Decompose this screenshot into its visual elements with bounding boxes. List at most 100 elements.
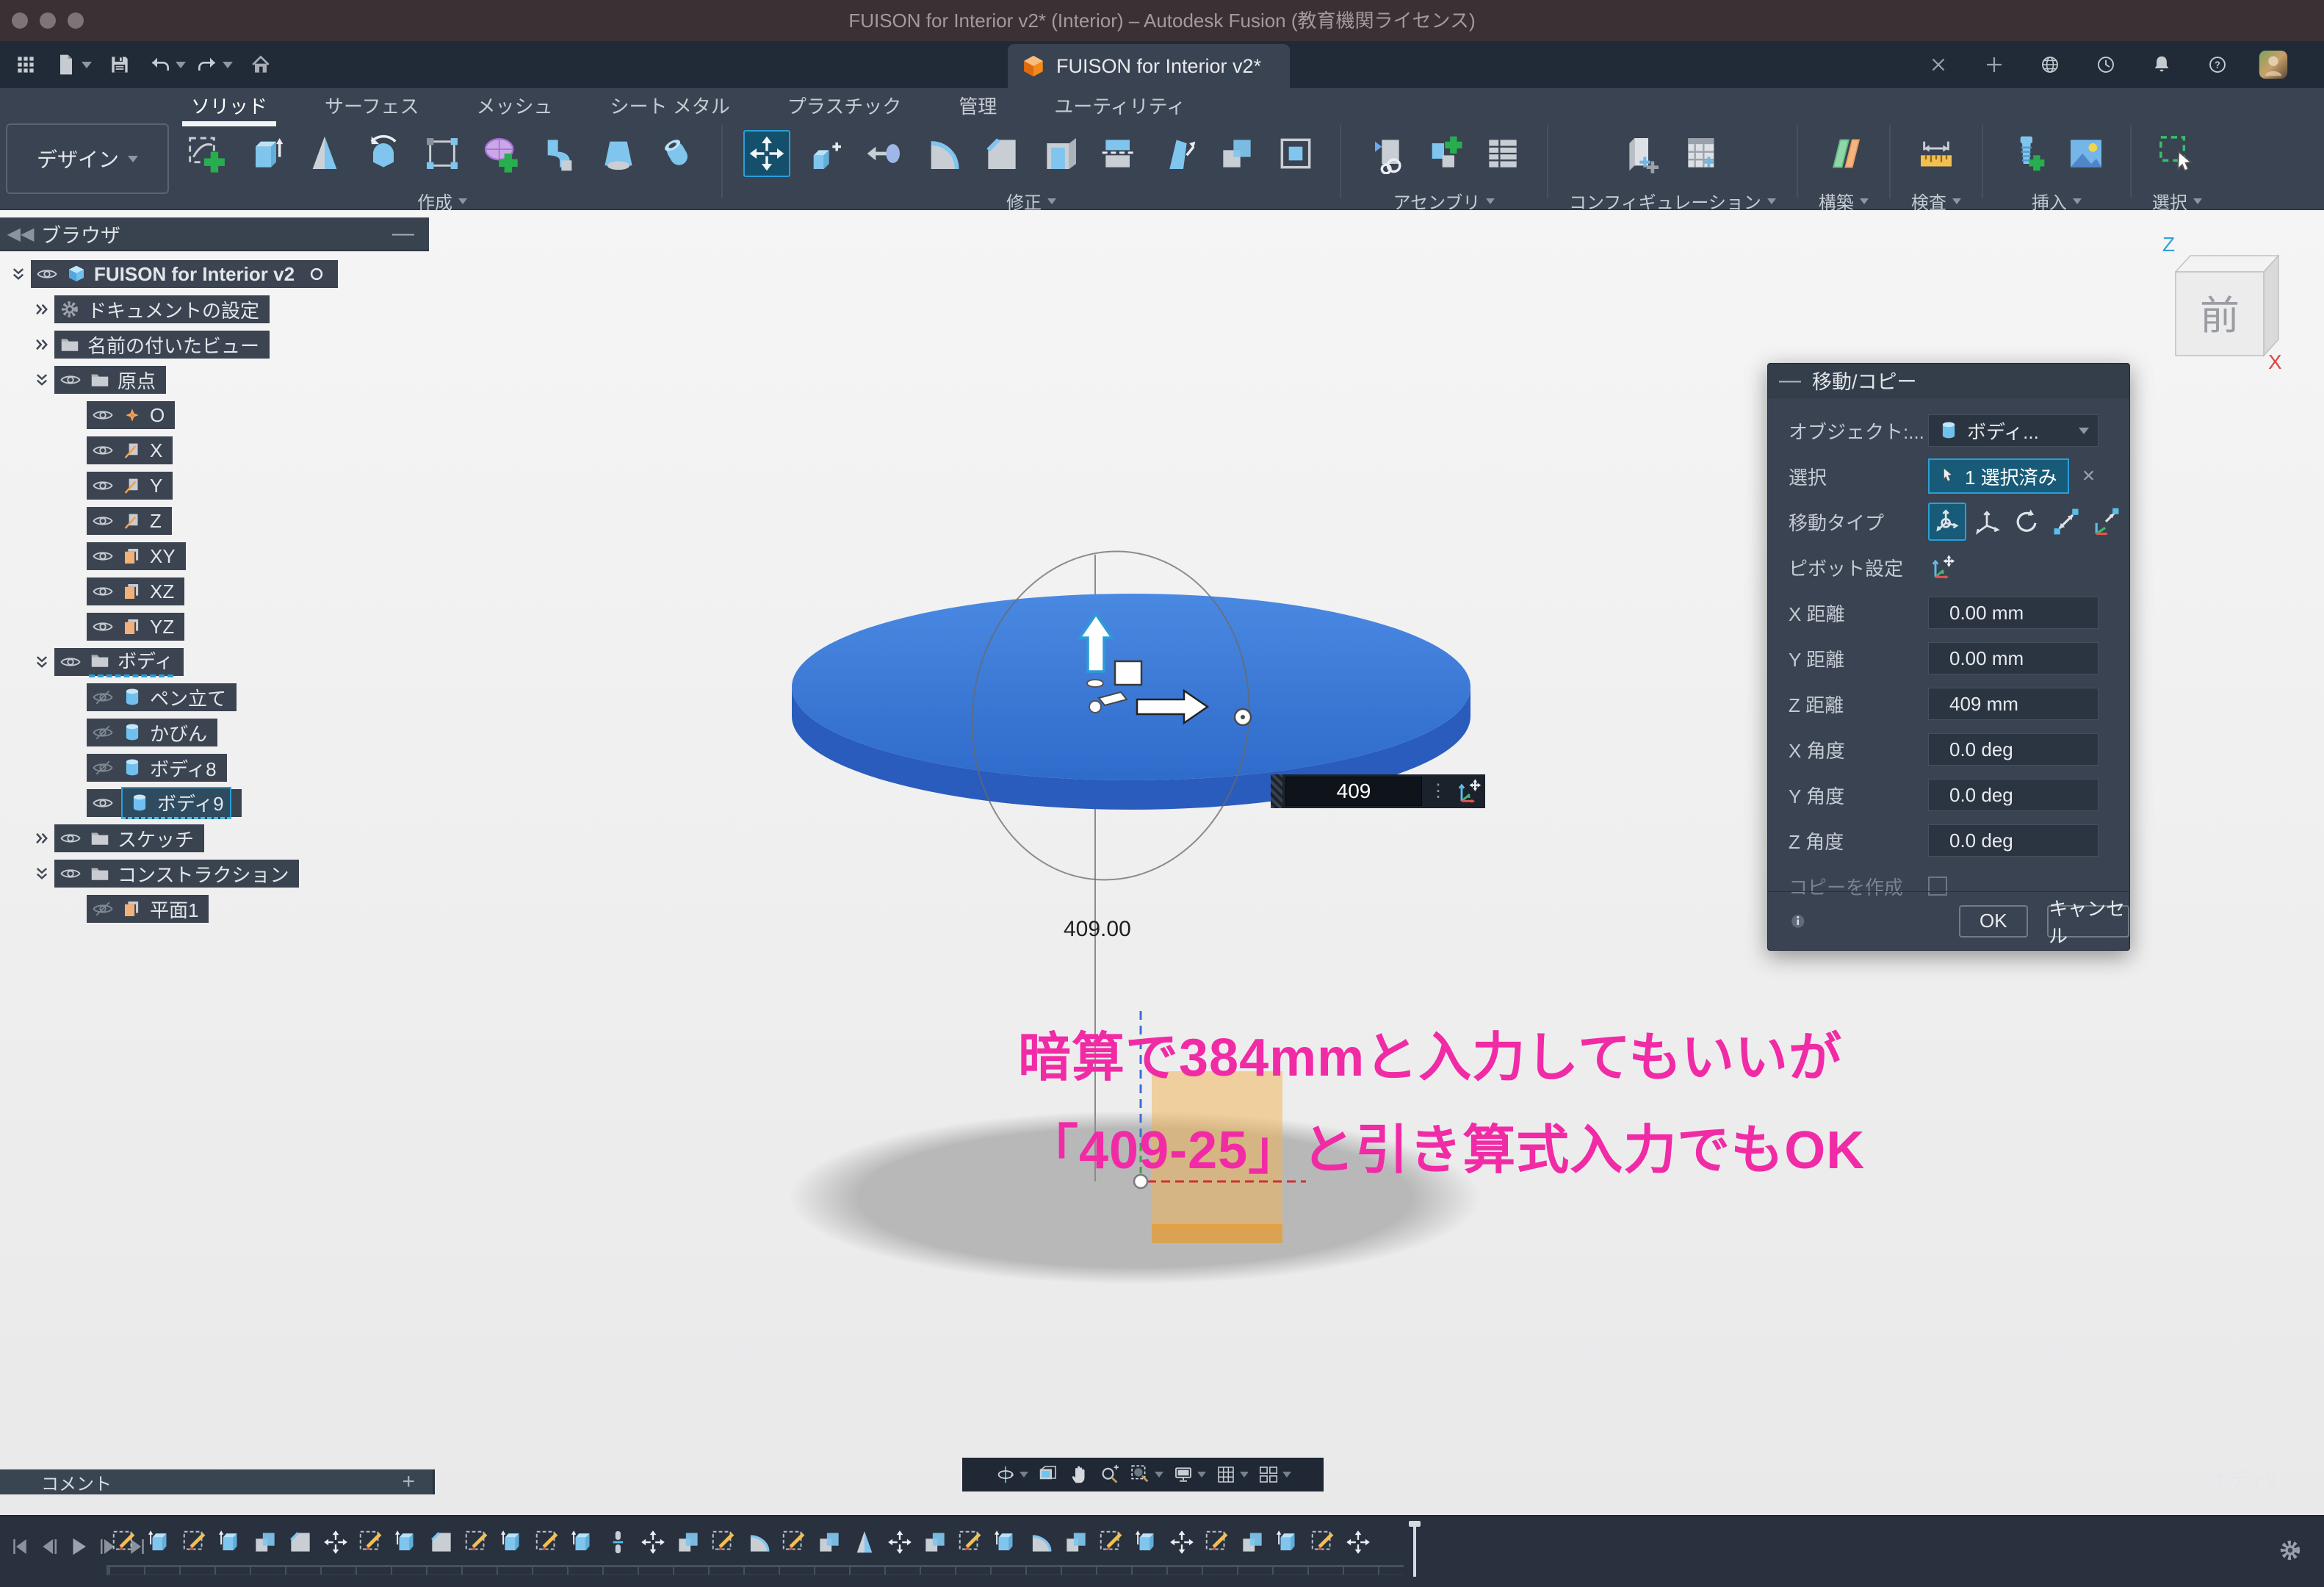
browser-item[interactable]: XY (87, 542, 186, 570)
grid-settings-button[interactable] (1215, 1464, 1249, 1486)
rails-tool[interactable] (419, 130, 466, 177)
visibility-toggle-icon[interactable] (59, 651, 82, 673)
timeline-extrude-feature[interactable] (216, 1528, 244, 1556)
ribbon-tab[interactable]: サーフェス (319, 89, 425, 122)
orbit-button[interactable] (995, 1464, 1028, 1486)
timeline-combine-feature[interactable] (674, 1528, 702, 1556)
x-distance-input[interactable]: 0.00 mm (1928, 597, 2099, 629)
construction-plane-tool[interactable] (1820, 130, 1867, 177)
ribbon-tab[interactable]: ユーティリティ (1048, 89, 1191, 122)
display-settings-button[interactable] (1172, 1464, 1206, 1486)
cone-tool[interactable] (301, 130, 348, 177)
undo-button[interactable] (147, 44, 187, 85)
timeline-settings-gear-icon[interactable] (2277, 1537, 2303, 1563)
visibility-toggle-icon[interactable] (91, 404, 115, 426)
pivot-icon[interactable] (1454, 777, 1484, 806)
timeline-combine-feature[interactable] (1062, 1528, 1090, 1556)
workspace-selector[interactable]: デザイン (6, 123, 169, 194)
visibility-toggle-icon[interactable] (91, 439, 115, 461)
create-form-tool[interactable] (477, 130, 524, 177)
visibility-toggle-icon[interactable] (91, 545, 115, 567)
browser-item[interactable]: FUISON for Interior v2 (31, 260, 338, 288)
timeline-extrude-feature[interactable] (992, 1528, 1020, 1556)
ribbon-tab[interactable]: ソリッド (185, 89, 273, 122)
clock-button[interactable] (2086, 44, 2126, 85)
z-angle-input[interactable]: 0.0 deg (1928, 824, 2099, 857)
browser-item[interactable]: Z (87, 507, 172, 535)
timeline-pin-feature[interactable] (604, 1528, 632, 1556)
draft-tool[interactable] (1155, 130, 1202, 177)
timeline-sketch-feature[interactable] (1309, 1528, 1337, 1556)
plus-button[interactable] (1974, 44, 2014, 85)
fit-button[interactable] (1130, 1464, 1163, 1486)
timeline-chamfer-feature[interactable] (286, 1528, 314, 1556)
shell-tool[interactable] (1037, 130, 1084, 177)
skip-start-button[interactable] (9, 1536, 31, 1558)
visibility-toggle-icon[interactable] (91, 721, 115, 744)
ribbon-tab[interactable]: シート メタル (604, 89, 735, 122)
derive-tool[interactable] (1362, 130, 1409, 177)
timeline-sketch-feature[interactable] (463, 1528, 491, 1556)
mt-p2p-button[interactable] (2047, 503, 2085, 541)
object-type-dropdown[interactable]: ボディ... (1928, 414, 2099, 447)
clear-selection-icon[interactable]: × (2082, 464, 2096, 489)
timeline-fillet-feature[interactable] (1027, 1528, 1055, 1556)
config-table-tool[interactable] (1678, 130, 1725, 177)
timeline-move-feature[interactable] (639, 1528, 667, 1556)
timeline-combine-feature[interactable] (1238, 1528, 1266, 1556)
move-tool[interactable] (743, 130, 790, 177)
pipe-tool[interactable] (654, 130, 701, 177)
press-pull-tool[interactable] (802, 130, 849, 177)
drag-handle[interactable] (1271, 774, 1282, 808)
configure-tool[interactable] (1620, 130, 1667, 177)
comment-bar[interactable]: コメント + (0, 1469, 435, 1494)
browser-item[interactable]: X (87, 436, 173, 464)
timeline-extrude-feature[interactable] (392, 1528, 420, 1556)
bom-table-tool[interactable] (1479, 130, 1526, 177)
browser-item[interactable]: XZ (87, 577, 184, 605)
timeline-extrude-feature[interactable] (498, 1528, 526, 1556)
collapse-chevron-icon[interactable] (29, 651, 54, 673)
dialog-header[interactable]: — 移動/コピー (1768, 364, 2129, 397)
visibility-toggle-icon[interactable] (59, 827, 82, 849)
timeline-sketch-feature[interactable] (780, 1528, 808, 1556)
timeline-sketch-feature[interactable] (956, 1528, 984, 1556)
select-marquee-tool[interactable] (2154, 130, 2201, 177)
browser-item[interactable]: 平面1 (87, 895, 209, 923)
step-back-button[interactable] (38, 1536, 60, 1558)
x-angle-input[interactable]: 0.0 deg (1928, 733, 2099, 766)
timeline-position-marker[interactable] (1413, 1521, 1416, 1577)
browser-item[interactable]: ボディ (54, 648, 184, 676)
visibility-toggle-icon[interactable] (59, 863, 82, 885)
document-tab[interactable]: FUISON for Interior v2* (1008, 44, 1290, 88)
home-button[interactable] (241, 44, 281, 85)
timeline-sketch-feature[interactable] (110, 1528, 138, 1556)
browser-item[interactable]: O (87, 401, 175, 429)
avatar-button[interactable] (2253, 44, 2293, 85)
timeline-extrude-feature[interactable] (1274, 1528, 1302, 1556)
visibility-toggle-icon[interactable] (59, 369, 82, 391)
selection-button[interactable]: 1 選択済み (1928, 458, 2069, 494)
globe-button[interactable] (2030, 44, 2070, 85)
ribbon-tab[interactable]: プラスチック (782, 89, 907, 122)
expand-chevron-icon[interactable] (29, 334, 54, 356)
activate-component-radio[interactable] (306, 263, 328, 285)
timeline-combine-feature[interactable] (251, 1528, 279, 1556)
timeline-sketch-feature[interactable] (181, 1528, 209, 1556)
timeline-combine-feature[interactable] (921, 1528, 949, 1556)
loft-tool[interactable] (595, 130, 642, 177)
ok-button[interactable]: OK (1959, 905, 2029, 938)
distance-input[interactable]: 409 (1285, 777, 1422, 806)
timeline-sketch-feature[interactable] (533, 1528, 561, 1556)
extrude-tool[interactable] (242, 130, 289, 177)
model-viewport[interactable]: 前 Z X ◀◀ ブラウザ — FUISON for Interior v2ドキ… (0, 210, 2324, 1515)
timeline-sketch-feature[interactable] (1097, 1528, 1125, 1556)
visibility-toggle-icon[interactable] (91, 616, 115, 638)
browser-item[interactable]: コンストラクション (54, 860, 299, 888)
collapse-dialog-icon[interactable]: — (1768, 368, 1812, 393)
timeline-ruler[interactable] (107, 1565, 1404, 1575)
browser-item[interactable]: ボディ8 (87, 754, 227, 782)
browser-item[interactable]: ドキュメントの設定 (54, 295, 270, 323)
collapse-chevron-icon[interactable] (6, 263, 31, 285)
timeline-sketch-feature[interactable] (710, 1528, 737, 1556)
